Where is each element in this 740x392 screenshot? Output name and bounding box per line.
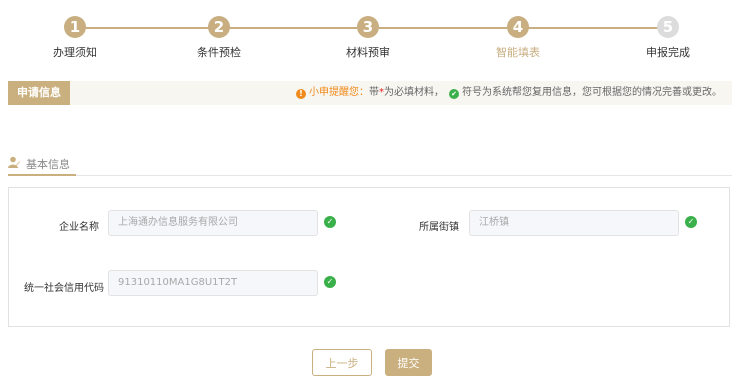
section-tab: 基本信息 <box>8 150 76 176</box>
submit-button[interactable]: 提交 <box>385 349 432 376</box>
step-2: 2 条件预检 <box>159 0 279 60</box>
check-icon: ✓ <box>324 216 336 228</box>
application-info-bar: 申请信息 ! 小申提醒您：带*为必填材料， ✔ 符号为系统帮您复用信息，您可根据您的情… <box>8 81 732 105</box>
step-number: 5 <box>657 16 679 38</box>
step-number: 2 <box>208 16 230 38</box>
company-name-label: 企业名称 <box>59 222 99 233</box>
section-header: 基本信息 <box>8 150 732 176</box>
credit-code-field[interactable]: 91310110MA1G8U1T2T <box>108 270 318 296</box>
step-number: 1 <box>64 16 86 38</box>
reminder-hint: ! 小申提醒您：带*为必填材料， ✔ 符号为系统帮您复用信息，您可根据您的情况完善或更… <box>296 81 722 105</box>
step-4: 4 智能填表 <box>458 0 578 60</box>
check-icon: ✓ <box>685 216 697 228</box>
step-label: 条件预检 <box>197 46 241 59</box>
check-icon: ✓ <box>324 276 336 288</box>
warning-icon: ! <box>296 89 306 99</box>
step-number: 4 <box>507 16 529 38</box>
step-label: 材料预审 <box>346 46 390 59</box>
hint-text: 为必填材料， <box>384 87 444 98</box>
user-icon <box>8 156 20 168</box>
hint-text: 符号为系统帮您复用信息，您可根据您的情况完善或更改。 <box>462 87 722 98</box>
company-name-field[interactable]: 上海通办信息服务有限公司 <box>108 210 318 236</box>
street-label: 所属街镇 <box>419 222 459 233</box>
application-info-tab: 申请信息 <box>8 81 70 105</box>
street-field[interactable]: 江桥镇 <box>469 210 679 236</box>
check-icon: ✔ <box>449 89 459 99</box>
step-5: 5 申报完成 <box>608 0 728 60</box>
step-number: 3 <box>357 16 379 38</box>
step-3: 3 材料预审 <box>308 0 428 60</box>
credit-code-label: 统一社会信用代码 <box>24 283 104 294</box>
hint-text: 带 <box>369 87 379 98</box>
step-label: 智能填表 <box>496 46 540 59</box>
progress-stepper: 1 办理须知 2 条件预检 3 材料预审 4 智能填表 5 申报完成 <box>0 0 740 70</box>
hint-prefix: 小申提醒您： <box>309 87 369 98</box>
step-1: 1 办理须知 <box>15 0 135 60</box>
section-title: 基本信息 <box>26 158 70 171</box>
step-label: 申报完成 <box>646 46 690 59</box>
step-label: 办理须知 <box>53 46 97 59</box>
basic-info-form: 企业名称 上海通办信息服务有限公司 ✓ 所属街镇 江桥镇 ✓ 统一社会信用代码 … <box>8 187 730 327</box>
previous-step-button[interactable]: 上一步 <box>312 349 372 376</box>
